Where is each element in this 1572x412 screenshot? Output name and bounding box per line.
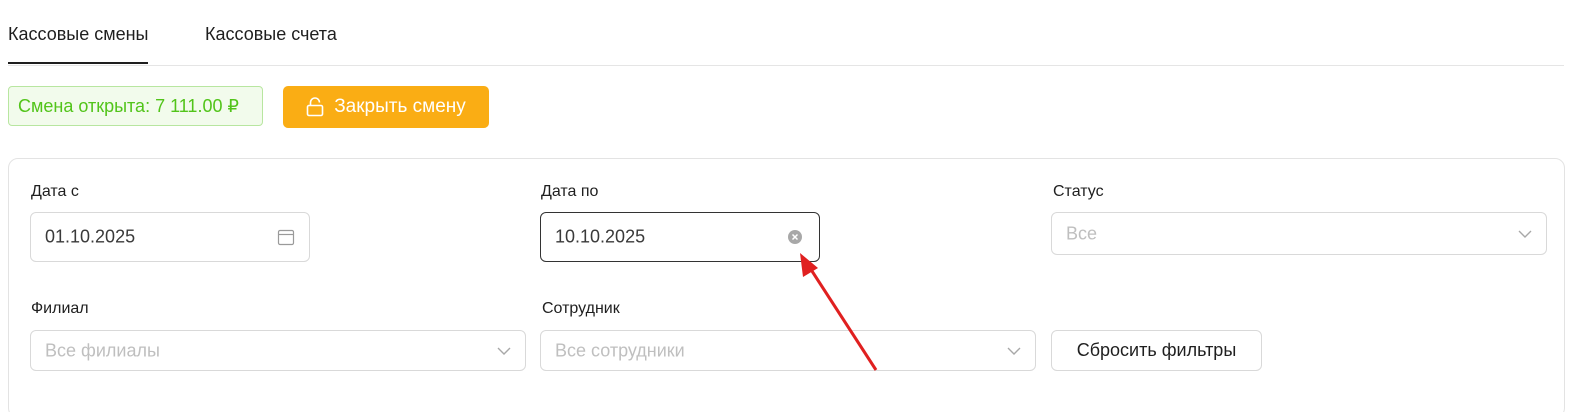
date-to-value: 10.10.2025	[555, 226, 646, 247]
close-shift-button[interactable]: Закрыть смену	[283, 86, 489, 128]
chevron-down-icon	[1518, 230, 1532, 238]
chevron-down-icon	[497, 347, 511, 355]
filters-card: Дата с 01.10.2025 Дата по 10.10.2025 Ста	[8, 158, 1565, 412]
lock-open-icon	[306, 97, 324, 117]
reset-filters-button[interactable]: Сбросить фильтры	[1051, 330, 1262, 371]
status-label: Статус	[1053, 183, 1104, 200]
employee-label: Сотрудник	[542, 300, 620, 317]
employee-placeholder: Все сотрудники	[555, 340, 685, 360]
shift-status-badge: Смена открыта: 7 111.00 ₽	[8, 86, 263, 126]
close-shift-label: Закрыть смену	[334, 96, 466, 117]
date-to-label: Дата по	[541, 183, 599, 200]
status-select[interactable]: Все	[1051, 212, 1547, 255]
date-from-value: 01.10.2025	[45, 226, 136, 247]
calendar-icon[interactable]	[277, 228, 295, 246]
status-placeholder: Все	[1066, 223, 1098, 243]
branch-select[interactable]: Все филиалы	[30, 330, 526, 371]
employee-select[interactable]: Все сотрудники	[540, 330, 1036, 371]
clear-circle-icon[interactable]	[787, 229, 803, 245]
date-from-label: Дата с	[31, 183, 79, 200]
chevron-down-icon	[1007, 347, 1021, 355]
date-to-input[interactable]: 10.10.2025	[540, 212, 820, 262]
tab-cash-shifts[interactable]: Кассовые смены	[8, 24, 149, 64]
cash-shifts-page: Кассовые смены Кассовые счета Смена откр…	[0, 0, 1572, 412]
branch-placeholder: Все филиалы	[45, 340, 160, 360]
tabs-bar: Кассовые смены Кассовые счета	[8, 0, 1564, 66]
tab-cash-accounts[interactable]: Кассовые счета	[205, 24, 337, 62]
date-from-input[interactable]: 01.10.2025	[30, 212, 310, 262]
branch-label: Филиал	[31, 300, 89, 317]
